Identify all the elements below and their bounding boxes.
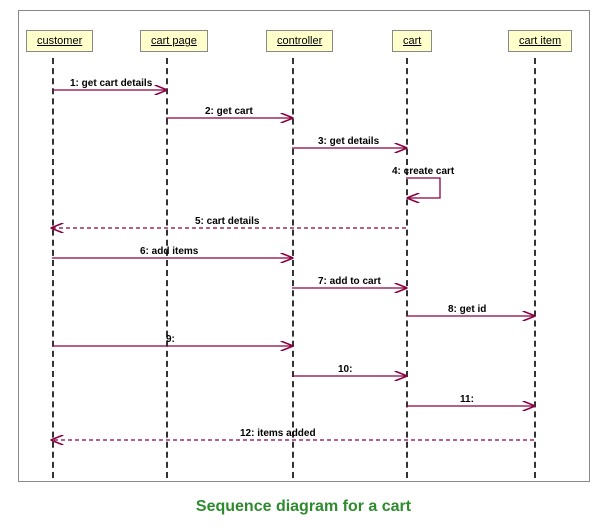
- msg-5: 5: cart details: [195, 216, 259, 227]
- msg-11: 11:: [460, 394, 474, 405]
- msg-7: 7: add to cart: [318, 276, 381, 287]
- msg-6: 6: add items: [140, 246, 198, 257]
- msg-12: 12: items added: [240, 428, 316, 439]
- msg-2: 2: get cart: [205, 106, 253, 117]
- msg-10: 10:: [338, 364, 352, 375]
- msg-4: 4: create cart: [392, 166, 454, 177]
- msg-9: 9:: [166, 334, 175, 345]
- msg-3: 3: get details: [318, 136, 379, 147]
- msg-8: 8: get id: [448, 304, 486, 315]
- diagram-title: Sequence diagram for a cart: [0, 498, 607, 516]
- msg-1: 1: get cart details: [70, 78, 152, 89]
